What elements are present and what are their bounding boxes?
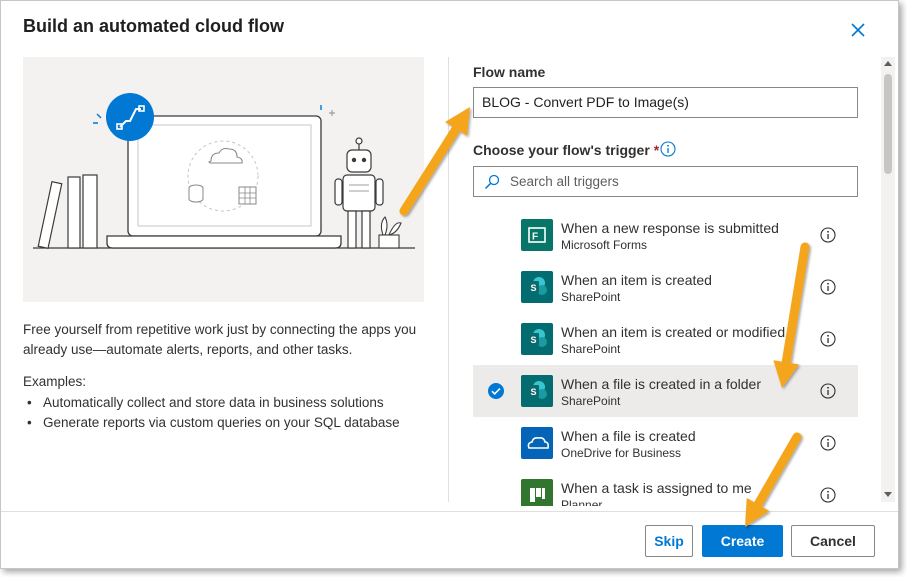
trigger-connector: OneDrive for Business bbox=[561, 446, 682, 460]
example-item: Generate reports via custom queries on y… bbox=[23, 413, 400, 433]
trigger-name: When a file is created in a folder bbox=[561, 376, 761, 392]
dialog-title: Build an automated cloud flow bbox=[23, 16, 284, 36]
sharepoint-icon: S bbox=[521, 323, 553, 355]
example-item: Automatically collect and store data in … bbox=[23, 393, 400, 413]
trigger-label-text: Choose your flow's trigger bbox=[473, 142, 650, 158]
scroll-down-icon[interactable] bbox=[884, 490, 892, 498]
checkmark-icon bbox=[488, 383, 504, 399]
trigger-connector: SharePoint bbox=[561, 290, 621, 304]
trigger-option-selected[interactable]: S When a file is created in a folder Sha… bbox=[473, 365, 858, 417]
trigger-connector: Microsoft Forms bbox=[561, 238, 648, 252]
info-icon[interactable] bbox=[820, 487, 836, 503]
trigger-name: When an item is created or modified bbox=[561, 324, 786, 340]
info-icon[interactable] bbox=[820, 279, 836, 295]
onedrive-icon bbox=[521, 427, 553, 459]
flow-name-input[interactable]: BLOG - Convert PDF to Image(s) bbox=[473, 87, 858, 118]
trigger-connector: Planner bbox=[561, 498, 603, 506]
trigger-label: Choose your flow's trigger * bbox=[473, 142, 659, 158]
build-flow-dialog: Build an automated cloud flow Free yours… bbox=[0, 0, 899, 569]
skip-button[interactable]: Skip bbox=[645, 525, 693, 557]
trigger-list: F When a new response is submitted Micro… bbox=[473, 209, 859, 506]
scroll-up-icon[interactable] bbox=[884, 60, 892, 68]
info-icon[interactable] bbox=[820, 383, 836, 399]
flow-name-label: Flow name bbox=[473, 64, 546, 80]
illustration bbox=[23, 57, 424, 302]
examples-label: Examples: bbox=[23, 374, 87, 389]
planner-icon bbox=[521, 479, 553, 506]
laptop-illustration bbox=[33, 93, 415, 250]
search-triggers-input[interactable]: Search all triggers bbox=[473, 166, 858, 197]
trigger-name: When a new response is submitted bbox=[561, 220, 779, 236]
forms-icon: F bbox=[521, 219, 553, 251]
info-icon[interactable] bbox=[660, 141, 676, 157]
footer-divider bbox=[1, 511, 898, 512]
svg-text:S: S bbox=[531, 283, 537, 293]
trigger-list-scrollbar[interactable] bbox=[881, 57, 895, 502]
trigger-option[interactable]: S When an item is created or modified Sh… bbox=[473, 313, 858, 365]
cancel-button[interactable]: Cancel bbox=[791, 525, 875, 557]
trigger-name: When an item is created bbox=[561, 272, 712, 288]
required-mark: * bbox=[653, 142, 660, 158]
close-icon[interactable] bbox=[849, 21, 867, 39]
flow-description: Free yourself from repetitive work just … bbox=[23, 322, 417, 357]
trigger-connector: SharePoint bbox=[561, 394, 621, 408]
trigger-connector: SharePoint bbox=[561, 342, 621, 356]
sharepoint-icon: S bbox=[521, 375, 553, 407]
trigger-name: When a task is assigned to me bbox=[561, 480, 752, 496]
trigger-option[interactable]: S When an item is created SharePoint bbox=[473, 261, 858, 313]
search-icon bbox=[484, 174, 500, 190]
trigger-option[interactable]: When a file is created OneDrive for Busi… bbox=[473, 417, 858, 469]
info-icon[interactable] bbox=[820, 331, 836, 347]
sharepoint-icon: S bbox=[521, 271, 553, 303]
info-icon[interactable] bbox=[820, 435, 836, 451]
create-button[interactable]: Create bbox=[702, 525, 783, 557]
trigger-option[interactable]: F When a new response is submitted Micro… bbox=[473, 209, 858, 261]
search-placeholder: Search all triggers bbox=[510, 174, 619, 189]
trigger-option[interactable]: When a task is assigned to me Planner bbox=[473, 469, 858, 506]
svg-text:S: S bbox=[531, 335, 537, 345]
examples-list: Automatically collect and store data in … bbox=[23, 393, 400, 433]
panel-divider bbox=[448, 57, 449, 502]
trigger-name: When a file is created bbox=[561, 428, 696, 444]
svg-text:F: F bbox=[532, 232, 538, 243]
scrollbar-thumb[interactable] bbox=[884, 74, 892, 174]
info-icon[interactable] bbox=[820, 227, 836, 243]
svg-text:S: S bbox=[531, 387, 537, 397]
